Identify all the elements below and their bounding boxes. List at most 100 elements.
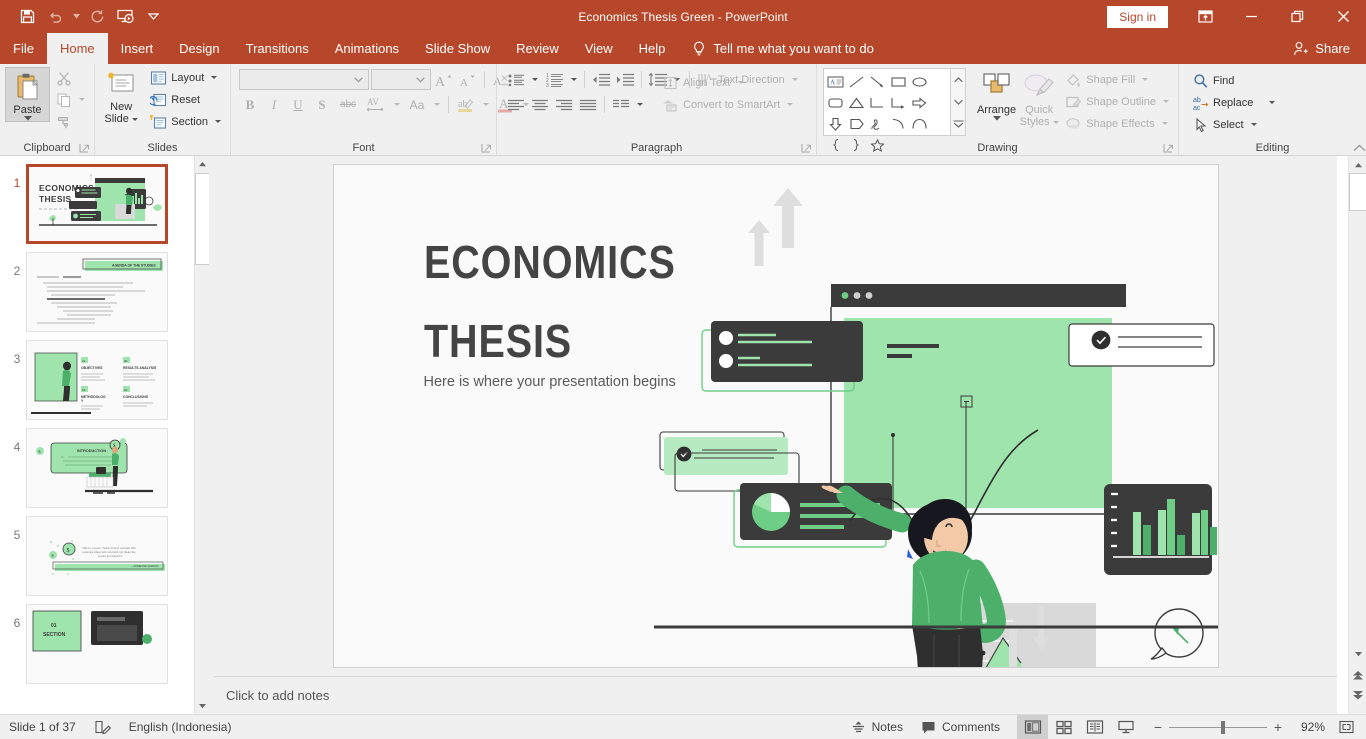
section-dropdown-caret-icon[interactable]	[215, 120, 221, 123]
thumbnail-slide-4[interactable]: 4 INTRODUCTION $ $	[0, 420, 190, 508]
decrease-font-size-button[interactable]: A	[457, 69, 479, 90]
justify-button[interactable]	[577, 94, 599, 115]
thumbnail-canvas[interactable]: INTRODUCTION $ $	[26, 428, 168, 508]
right-arrow-shape[interactable]	[909, 92, 930, 113]
thumbnail-canvas[interactable]: ECONOMICS THESIS	[26, 164, 168, 244]
convert-to-smartart-button[interactable]: Convert to SmartArt	[658, 94, 797, 115]
increase-font-size-button[interactable]: A	[433, 69, 455, 90]
change-case-caret-icon[interactable]	[434, 103, 440, 106]
slide-edit-area[interactable]: ECONOMICS THESIS Here is where your pres…	[214, 156, 1337, 676]
quick-styles-button[interactable]: Quick Styles	[1019, 68, 1059, 128]
tab-transitions[interactable]: Transitions	[233, 33, 322, 64]
reading-view-button[interactable]	[1079, 715, 1110, 739]
zoom-percent-label[interactable]: 92%	[1289, 720, 1331, 734]
layout-button[interactable]: Layout	[146, 67, 225, 88]
text-highlight-color-button[interactable]: ab	[454, 94, 478, 115]
zoom-out-button[interactable]: −	[1147, 715, 1169, 739]
drawing-dialog-launcher[interactable]	[1163, 143, 1174, 154]
thumbnail-canvas[interactable]: AGENDA OF THE STUDIES	[26, 252, 168, 332]
paste-dropdown-caret-icon[interactable]	[24, 116, 32, 121]
oval-shape[interactable]	[909, 71, 930, 92]
zoom-in-button[interactable]: +	[1267, 715, 1289, 739]
thumbnail-slide-2[interactable]: 2 AGENDA OF THE STUDIES	[0, 244, 190, 332]
next-slide-button[interactable]	[1349, 687, 1366, 704]
save-icon[interactable]	[14, 5, 40, 29]
tab-view[interactable]: View	[572, 33, 626, 64]
thumbnail-slide-1[interactable]: 1 ECONOMICS THESIS	[0, 156, 190, 244]
thumbnail-pane-scrollbar[interactable]	[194, 156, 209, 714]
arrange-dropdown-caret-icon[interactable]	[993, 116, 1001, 121]
minimize-icon[interactable]	[1228, 0, 1274, 33]
select-button[interactable]: Select	[1189, 114, 1279, 135]
section-button[interactable]: Section	[146, 111, 225, 132]
notes-placeholder[interactable]: Click to add notes	[226, 688, 329, 703]
font-name-dropdown-caret-icon[interactable]	[351, 73, 365, 87]
comments-button[interactable]: Comments	[912, 715, 1009, 739]
close-icon[interactable]	[1320, 0, 1366, 33]
tab-insert[interactable]: Insert	[108, 33, 167, 64]
underline-button[interactable]: U	[287, 94, 309, 115]
decrease-indent-button[interactable]	[590, 69, 612, 90]
thumbnail-slide-6[interactable]: 6 01 SECTION	[0, 596, 190, 684]
columns-caret-icon[interactable]	[637, 103, 643, 106]
bold-button[interactable]: B	[239, 94, 261, 115]
shape-effects-button[interactable]: Shape Effects	[1061, 113, 1173, 134]
smartart-caret-icon[interactable]	[787, 103, 793, 106]
notes-button[interactable]: Notes	[842, 715, 912, 739]
font-dialog-launcher[interactable]	[481, 143, 492, 154]
thumbnail-scroll-up-icon[interactable]	[195, 156, 210, 172]
align-text-caret-icon[interactable]	[738, 81, 744, 84]
numbering-caret-icon[interactable]	[571, 78, 577, 81]
change-case-button[interactable]: Aa	[405, 94, 429, 115]
shapes-gallery-scroll-up-icon[interactable]	[951, 69, 965, 91]
shape-outline-caret-icon[interactable]	[1163, 100, 1169, 103]
shape-outline-button[interactable]: Shape Outline	[1061, 91, 1173, 112]
text-shadow-button[interactable]: S	[311, 94, 333, 115]
redo-icon[interactable]	[84, 5, 110, 29]
customize-quick-access-toolbar-icon[interactable]	[140, 5, 166, 29]
thumbnail-slide-3[interactable]: 3 01 OBJECTIVES 02 METHODOLO	[0, 332, 190, 420]
zoom-track[interactable]	[1169, 715, 1267, 739]
align-right-button[interactable]	[553, 94, 575, 115]
tab-animations[interactable]: Animations	[322, 33, 412, 64]
center-button[interactable]	[529, 94, 551, 115]
pentagon-shape[interactable]	[846, 113, 867, 134]
undo-dropdown-caret-icon[interactable]	[70, 5, 82, 29]
tab-design[interactable]: Design	[166, 33, 232, 64]
thumbnail-scrollbar-thumb[interactable]	[195, 173, 210, 265]
columns-button[interactable]	[610, 94, 632, 115]
thumbnail-canvas[interactable]: $ $ $ This is a quote. Words full of wis…	[26, 516, 168, 596]
thumbnail-slide-5[interactable]: 5 $ $ $ This is a quote. Words full of w…	[0, 508, 190, 596]
start-from-beginning-icon[interactable]	[112, 5, 138, 29]
font-size-input[interactable]	[371, 69, 431, 90]
copy-button[interactable]	[52, 89, 89, 110]
paragraph-dialog-launcher[interactable]	[801, 143, 812, 154]
increase-indent-button[interactable]	[614, 69, 636, 90]
thumbnail-canvas[interactable]: 01 OBJECTIVES 02 METHODOLOG Y 03 RESULTS…	[26, 340, 168, 420]
paste-button[interactable]: Paste	[5, 67, 50, 122]
spell-check-icon[interactable]	[85, 715, 120, 739]
tell-me-search[interactable]: Tell me what you want to do	[678, 33, 883, 64]
text-box-shape[interactable]: A	[825, 71, 846, 92]
rounded-rectangle-shape[interactable]	[825, 92, 846, 113]
triangle-shape[interactable]	[846, 92, 867, 113]
align-left-button[interactable]	[505, 94, 527, 115]
slide-scroll-up-icon[interactable]	[1349, 156, 1366, 173]
shapes-gallery-scroll-down-icon[interactable]	[951, 91, 965, 113]
layout-dropdown-caret-icon[interactable]	[211, 76, 217, 79]
shape-effects-caret-icon[interactable]	[1162, 122, 1168, 125]
bullets-button[interactable]	[505, 69, 527, 90]
reset-button[interactable]: Reset	[146, 89, 225, 110]
clipboard-dialog-launcher[interactable]	[79, 143, 90, 154]
line-shape[interactable]	[846, 71, 867, 92]
select-caret-icon[interactable]	[1251, 123, 1257, 126]
zoom-handle[interactable]	[1221, 721, 1225, 734]
format-painter-button[interactable]	[52, 111, 89, 132]
shapes-gallery[interactable]: A	[823, 68, 951, 136]
tab-review[interactable]: Review	[503, 33, 572, 64]
numbering-button[interactable]: 123	[544, 69, 566, 90]
replace-button[interactable]: abac Replace	[1189, 92, 1279, 113]
bullets-caret-icon[interactable]	[532, 78, 538, 81]
character-spacing-button[interactable]: AV	[363, 94, 389, 115]
font-size-dropdown-caret-icon[interactable]	[413, 73, 427, 87]
